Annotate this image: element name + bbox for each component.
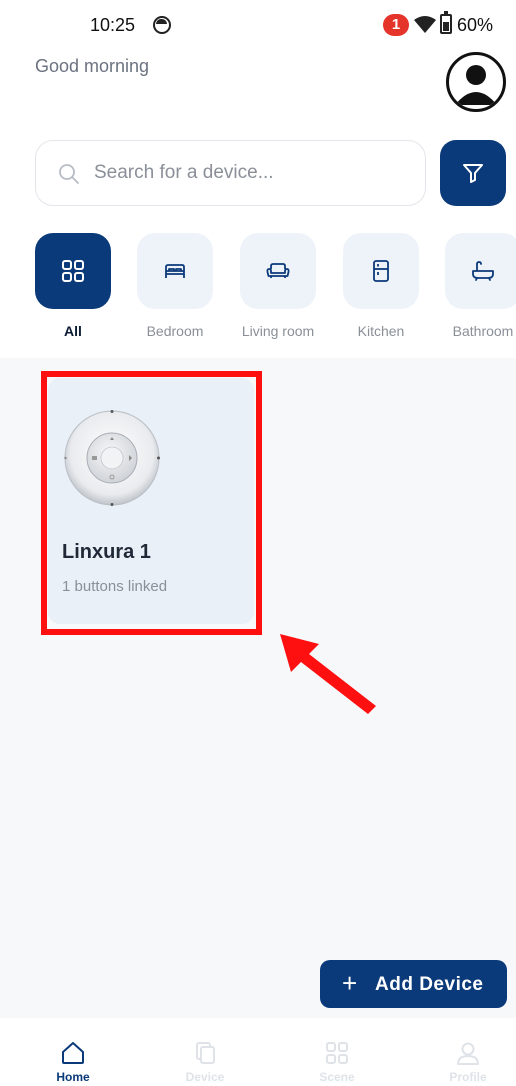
nav-label: Profile: [449, 1070, 487, 1084]
nav-label: Scene: [319, 1070, 355, 1084]
nav-device[interactable]: Device: [155, 1040, 255, 1084]
bed-icon: [165, 264, 185, 278]
category-kitchen[interactable]: Kitchen: [343, 233, 419, 339]
filter-icon: [463, 164, 483, 183]
profile-icon: [457, 1042, 479, 1065]
add-device-button[interactable]: + Add Device: [320, 960, 507, 1008]
category-label: Bedroom: [146, 323, 204, 339]
category-bathroom[interactable]: Bathroom: [445, 233, 516, 339]
nav-label: Home: [56, 1070, 90, 1084]
category-label: Living room: [241, 323, 315, 339]
user-avatar-icon: [455, 65, 497, 105]
scene-icon: [326, 1042, 348, 1064]
sofa-icon: [266, 263, 290, 278]
device-icon: [196, 1042, 215, 1064]
nav-home[interactable]: Home: [23, 1040, 123, 1084]
category-tile[interactable]: [35, 233, 111, 309]
greeting-text: Good morning: [35, 56, 150, 76]
category-label: All: [64, 323, 82, 339]
filter-button[interactable]: [440, 140, 506, 206]
notification-badge: 1: [383, 14, 409, 36]
plus-icon: +: [342, 968, 358, 998]
battery-icon: [440, 11, 452, 34]
highlight-annotation-box: [41, 371, 262, 635]
search-box[interactable]: [35, 140, 426, 206]
profile-avatar[interactable]: [446, 52, 506, 112]
status-time: 10:25: [90, 15, 136, 35]
category-label: Bathroom: [452, 323, 514, 339]
red-arrow-annotation: [280, 634, 376, 714]
category-tile[interactable]: [137, 233, 213, 309]
category-tile[interactable]: [343, 233, 419, 309]
fridge-icon: [373, 260, 389, 282]
app-notification-icon: [153, 16, 171, 34]
search-icon: [59, 164, 79, 184]
bathtub-icon: [472, 261, 494, 281]
add-device-label: Add Device: [375, 974, 484, 995]
category-all[interactable]: All: [35, 233, 111, 339]
nav-label: Device: [185, 1070, 225, 1084]
category-tile[interactable]: [445, 233, 516, 309]
category-bedroom[interactable]: Bedroom: [137, 233, 213, 339]
category-list: All Bedroom Living room Kitchen Bathroom: [35, 233, 516, 348]
wifi-icon: [414, 16, 436, 33]
search-input[interactable]: [94, 141, 414, 204]
status-bar: 10:25 1 60%: [0, 0, 516, 52]
nav-profile[interactable]: Profile: [418, 1040, 516, 1084]
category-living-room[interactable]: Living room: [240, 233, 316, 339]
bottom-nav: Home Device Scene Profile: [0, 1030, 516, 1086]
category-tile[interactable]: [240, 233, 316, 309]
battery-percent: 60%: [457, 15, 494, 35]
category-label: Kitchen: [357, 323, 405, 339]
grid-icon: [62, 260, 84, 282]
home-icon: [62, 1042, 84, 1064]
nav-scene[interactable]: Scene: [287, 1040, 387, 1084]
